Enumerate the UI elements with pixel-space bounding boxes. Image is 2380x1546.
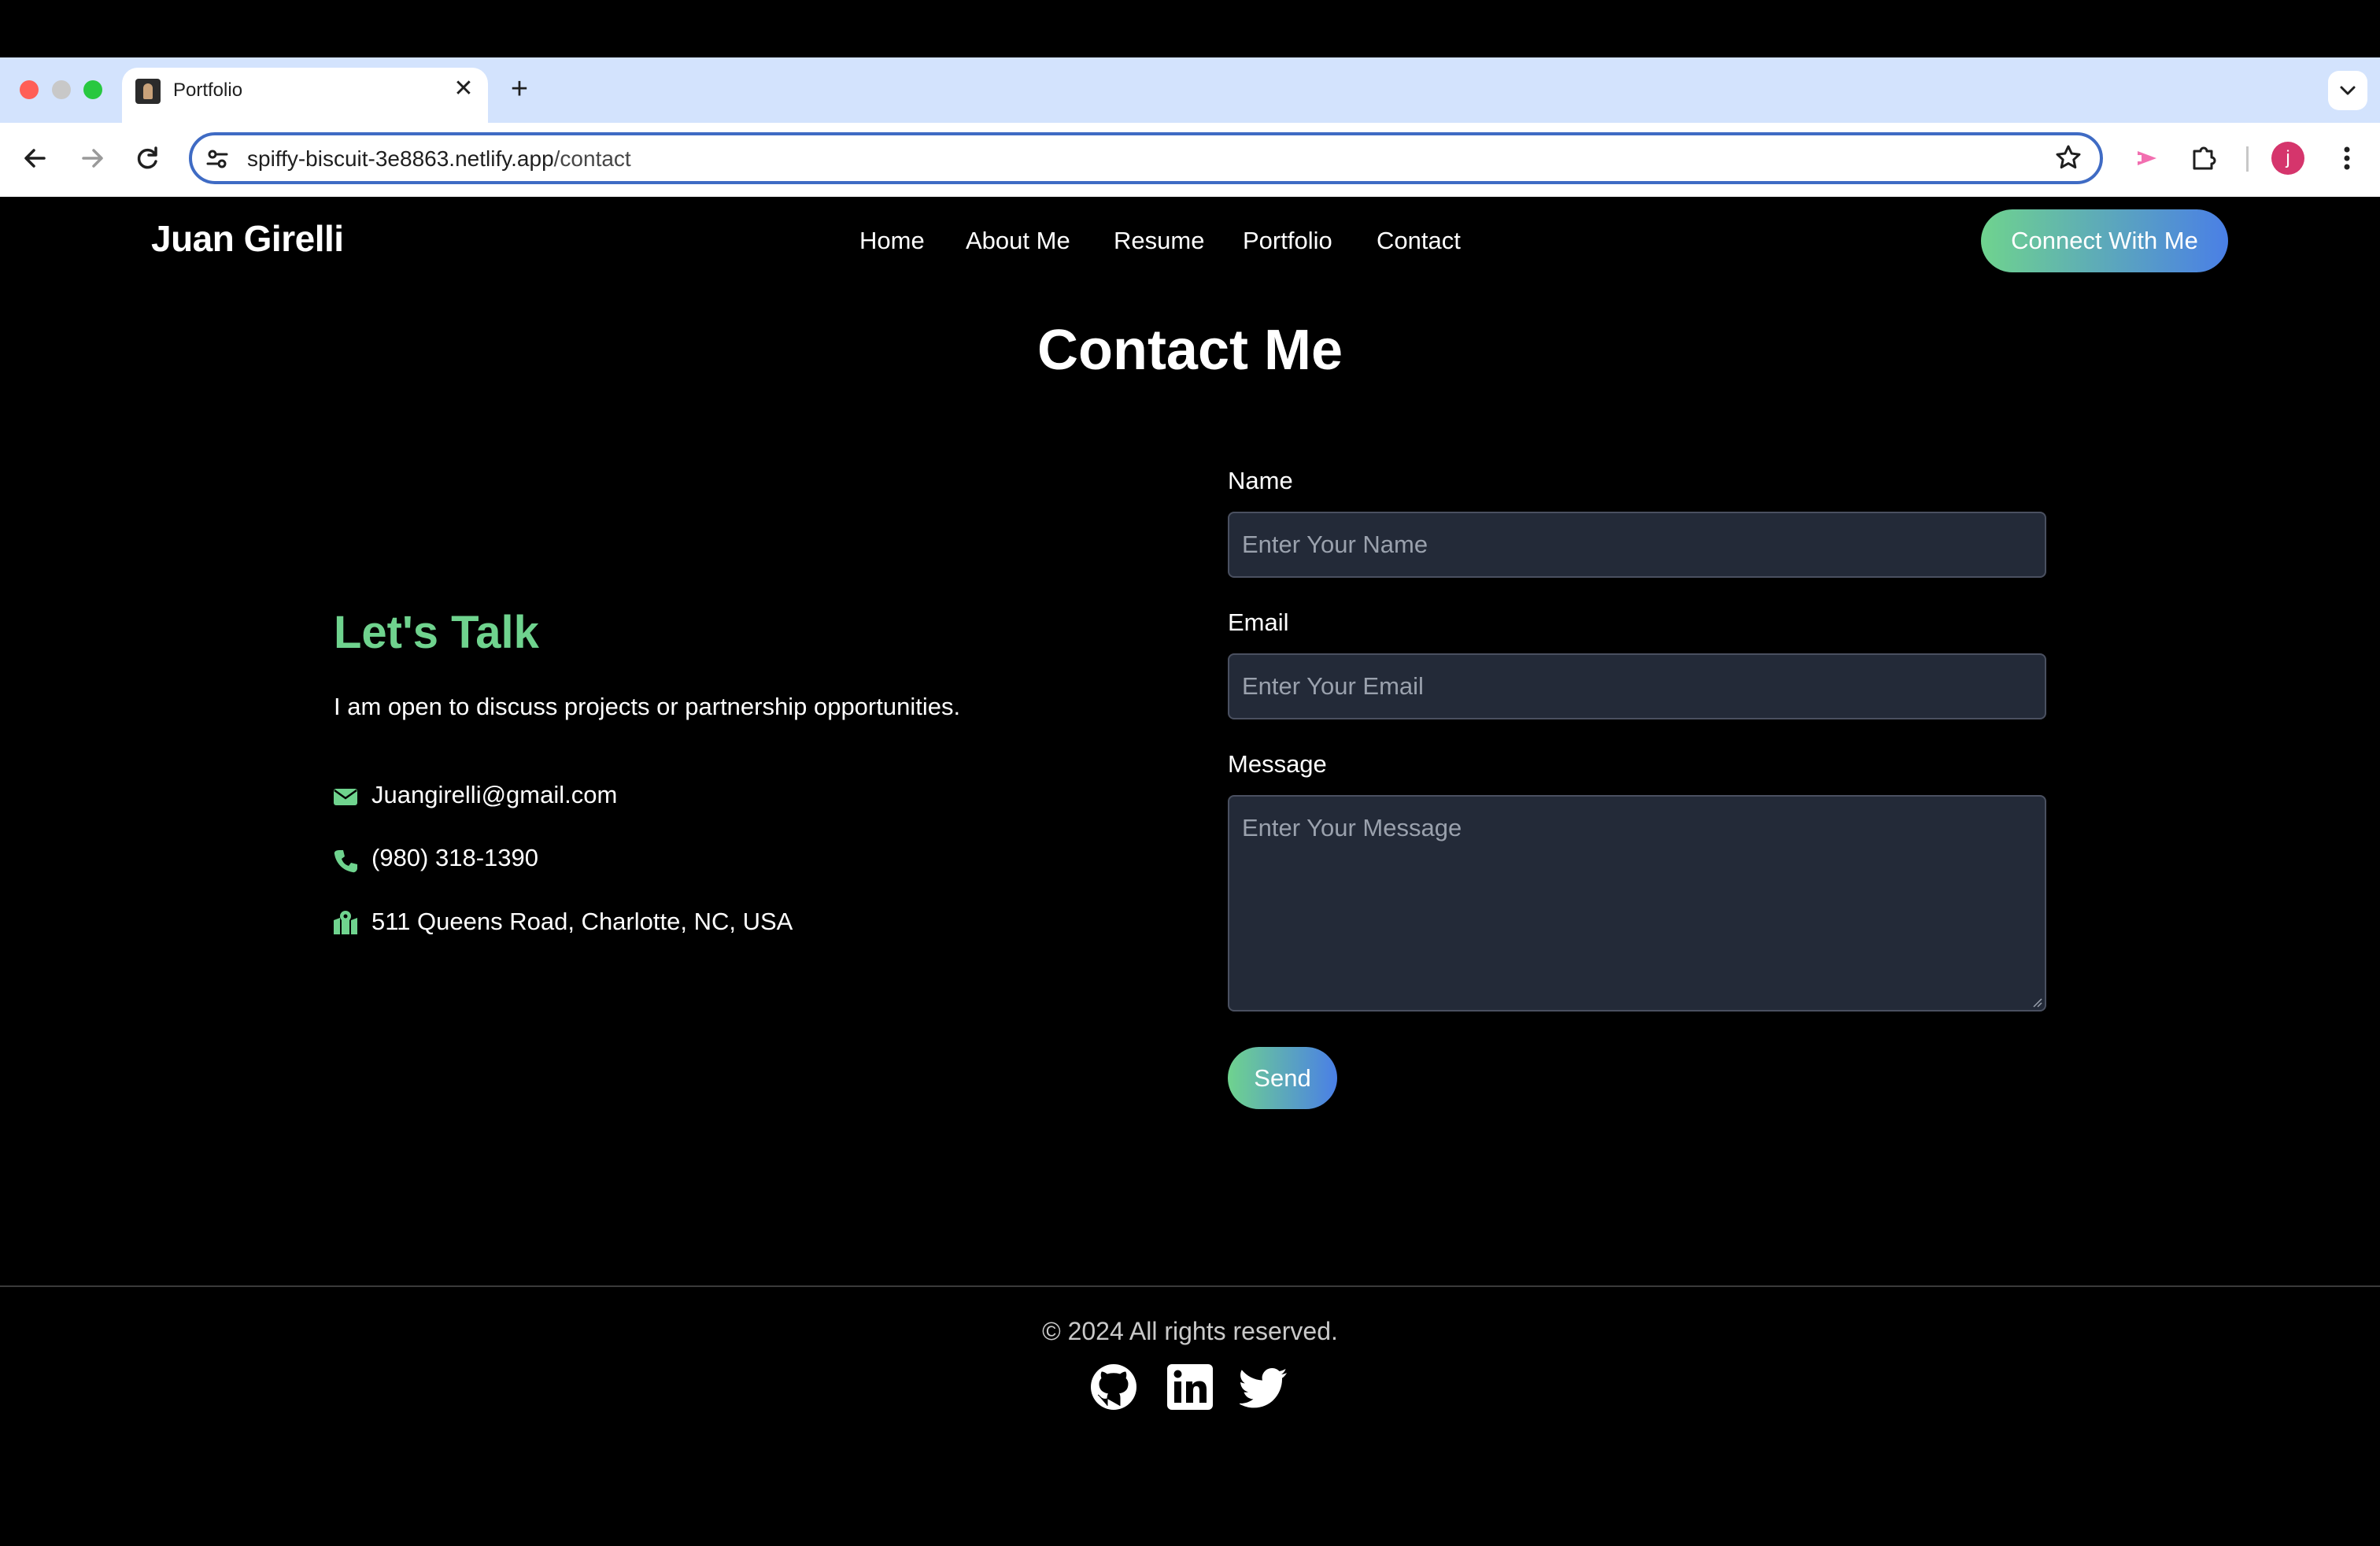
browser-menu-button[interactable] xyxy=(2330,140,2364,176)
message-placeholder: Enter Your Message xyxy=(1242,814,1462,841)
tab-search-button[interactable] xyxy=(2328,71,2367,110)
nav-link-resume[interactable]: Resume xyxy=(1114,227,1204,255)
contact-phone[interactable]: (980) 318-1390 xyxy=(371,844,538,872)
name-label: Name xyxy=(1228,467,1293,494)
arrow-right-icon xyxy=(82,149,103,168)
kebab-menu-icon xyxy=(2344,146,2350,170)
url-host: spiffy-biscuit-3e8863.netlify.app xyxy=(247,146,554,171)
back-button[interactable] xyxy=(16,139,55,178)
contact-email[interactable]: Juangirelli@gmail.com xyxy=(371,781,617,809)
intro-text: I am open to discuss projects or partner… xyxy=(334,693,961,720)
chevron-down-icon xyxy=(2340,86,2356,95)
minimize-window-button[interactable] xyxy=(52,80,71,99)
email-placeholder: Enter Your Email xyxy=(1242,672,1424,700)
toolbar-separator xyxy=(2246,146,2249,172)
site-settings-button[interactable] xyxy=(203,145,231,173)
forward-button[interactable] xyxy=(72,139,112,178)
profile-avatar[interactable]: j xyxy=(2271,142,2304,175)
extension-arrow-icon xyxy=(2134,151,2156,165)
map-location-icon xyxy=(332,909,359,936)
page-title: Contact Me xyxy=(1037,319,1343,382)
nav-link-contact[interactable]: Contact xyxy=(1377,227,1461,255)
send-button[interactable]: Send xyxy=(1228,1047,1337,1109)
nav-link-home[interactable]: Home xyxy=(859,227,925,255)
reload-icon xyxy=(137,146,157,169)
nav-link-portfolio[interactable]: Portfolio xyxy=(1243,227,1332,255)
github-icon xyxy=(1091,1364,1136,1410)
footer-divider xyxy=(0,1285,2380,1287)
email-label: Email xyxy=(1228,608,1289,636)
nav-link-about[interactable]: About Me xyxy=(966,227,1070,255)
site-brand[interactable]: Juan Girelli xyxy=(151,217,344,260)
tune-icon xyxy=(206,150,228,168)
envelope-icon xyxy=(332,783,359,810)
twitter-link[interactable] xyxy=(1238,1362,1290,1412)
bookmark-button[interactable] xyxy=(2053,142,2084,173)
puzzle-icon xyxy=(2193,146,2216,170)
extensions-menu-button[interactable] xyxy=(2186,140,2223,176)
resize-handle-icon[interactable] xyxy=(2031,996,2043,1008)
new-tab-button[interactable]: + xyxy=(504,74,535,105)
message-label: Message xyxy=(1228,750,1327,778)
name-placeholder: Enter Your Name xyxy=(1242,531,1428,558)
arrow-left-icon xyxy=(24,149,46,168)
url-path: /contact xyxy=(553,146,631,171)
phone-icon xyxy=(332,848,359,875)
tab-title: Portfolio xyxy=(173,80,243,101)
close-window-button[interactable] xyxy=(20,80,39,99)
github-link[interactable] xyxy=(1088,1362,1139,1412)
extension-button[interactable] xyxy=(2128,140,2164,176)
screen-top-bar xyxy=(0,0,2380,57)
star-icon xyxy=(2056,145,2081,169)
linkedin-icon xyxy=(1167,1364,1213,1410)
twitter-icon xyxy=(1238,1368,1287,1408)
url-text: spiffy-biscuit-3e8863.netlify.app/contac… xyxy=(247,145,631,173)
contact-address: 511 Queens Road, Charlotte, NC, USA xyxy=(371,908,793,935)
lets-talk-heading: Let's Talk xyxy=(334,607,539,658)
tab-close-button[interactable]: ✕ xyxy=(450,76,477,102)
tab-favicon-icon xyxy=(135,79,161,104)
linkedin-link[interactable] xyxy=(1165,1362,1215,1412)
copyright-text: © 2024 All rights reserved. xyxy=(1042,1317,1338,1345)
reload-button[interactable] xyxy=(128,139,168,178)
zoom-window-button[interactable] xyxy=(83,80,102,99)
connect-with-me-button[interactable]: Connect With Me xyxy=(1981,209,2228,272)
